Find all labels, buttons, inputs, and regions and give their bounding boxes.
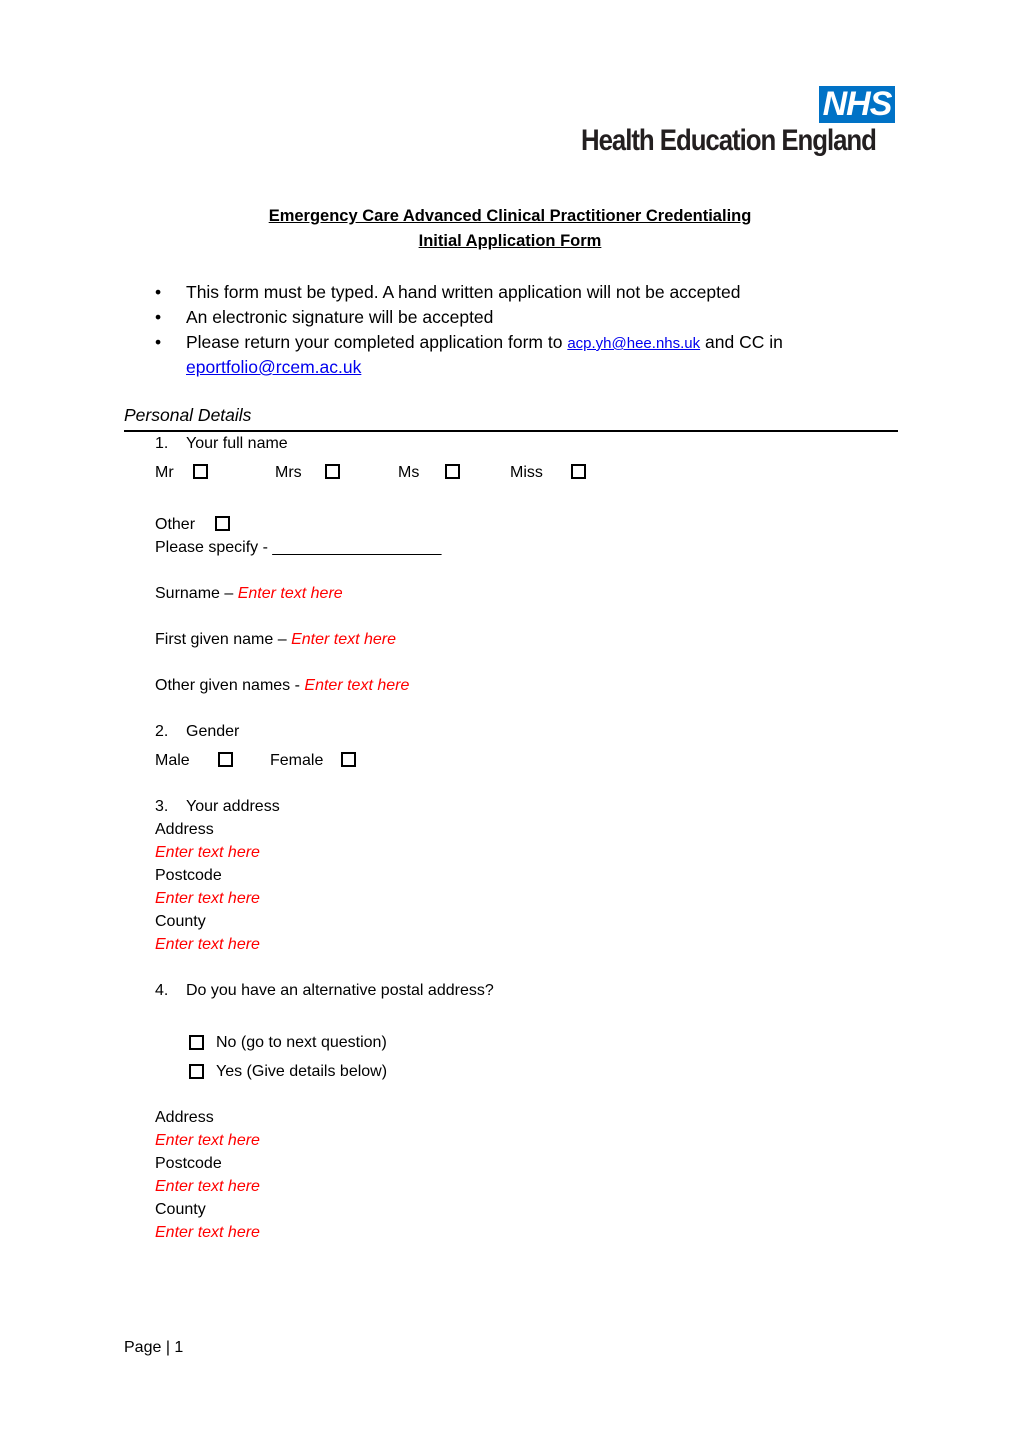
title-mrs-label: Mrs [275,464,302,481]
alt-address-label: Address [155,1109,214,1126]
question-text: Your full name [186,435,288,452]
other-names-label: Other given names - [155,677,305,694]
section-divider [124,430,898,432]
page-number: Page | 1 [124,1339,184,1356]
question-text: Do you have an alternative postal addres… [186,982,494,999]
first-name-label: First given name – [155,631,292,648]
question-text: Gender [186,723,240,740]
question-number: 3. [155,798,169,815]
email-link-eportfolio[interactable]: eportfolio@rcem.ac.uk [186,357,361,378]
county-label: County [155,913,206,930]
first-name-row: First given name – Enter text here [155,631,396,649]
bullet-icon: • [155,332,162,352]
question-4-label: 4. Do you have an alternative postal addr… [155,982,494,1000]
postcode-input[interactable]: Enter text here [155,890,260,908]
address-input[interactable]: Enter text here [155,844,260,862]
email-link-acp[interactable]: acp.yh@hee.nhs.uk [567,335,700,352]
instruction-item: An electronic signature will be accepted [186,307,494,327]
title-mrs-checkbox[interactable] [325,464,340,479]
question-text: Your address [186,798,280,815]
return-middle: and CC in [705,332,783,352]
title-ms-label: Ms [398,464,420,481]
alt-county-input[interactable]: Enter text here [155,1224,260,1242]
gender-female-checkbox[interactable] [341,752,356,767]
address-label: Address [155,821,214,838]
surname-input[interactable]: Enter text here [238,585,343,602]
alt-address-yes-checkbox[interactable] [189,1064,204,1079]
bullet-icon: • [155,307,162,327]
question-number: 2. [155,723,169,740]
alt-postcode-input[interactable]: Enter text here [155,1178,260,1196]
postcode-label: Postcode [155,867,222,884]
instruction-item-return: Please return your completed application… [186,332,783,353]
title-mr-label: Mr [155,464,174,481]
alt-address-yes-label: Yes (Give details below) [216,1063,388,1080]
instruction-item: This form must be typed. A hand written … [186,282,741,302]
gender-female-label: Female [270,752,324,769]
alt-postcode-label: Postcode [155,1155,222,1172]
document-subtitle: Initial Application Form [418,232,602,250]
alt-address-no-label: No (go to next question) [216,1034,387,1051]
question-number: 4. [155,982,169,999]
return-prefix: Please return your completed application… [186,332,563,352]
gender-male-label: Male [155,752,190,769]
bullet-icon: • [155,282,162,302]
other-names-input[interactable]: Enter text here [304,677,409,694]
county-input[interactable]: Enter text here [155,936,260,954]
hee-logo-text: Health Education England [581,124,877,157]
please-specify-field[interactable]: Please specify - ___________________ [155,539,441,557]
document-title: Emergency Care Advanced Clinical Practit… [268,207,752,225]
other-names-row: Other given names - Enter text here [155,677,409,695]
question-2-label: 2. Gender [155,723,239,741]
title-other-label: Other [155,516,196,533]
question-3-label: 3. Your address [155,798,280,816]
alt-county-label: County [155,1201,206,1218]
alt-address-no-checkbox[interactable] [189,1035,204,1050]
title-miss-label: Miss [510,464,543,481]
nhs-logo: NHS [819,86,895,123]
question-1-label: 1. Your full name [155,435,288,453]
section-title: Personal Details [124,405,252,425]
title-ms-checkbox[interactable] [445,464,460,479]
question-number: 1. [155,435,169,452]
title-mr-checkbox[interactable] [193,464,208,479]
title-other-checkbox[interactable] [215,516,230,531]
surname-label: Surname – [155,585,238,602]
surname-row: Surname – Enter text here [155,585,343,603]
title-miss-checkbox[interactable] [571,464,586,479]
alt-address-input[interactable]: Enter text here [155,1132,260,1150]
first-name-input[interactable]: Enter text here [291,631,396,648]
gender-male-checkbox[interactable] [218,752,233,767]
